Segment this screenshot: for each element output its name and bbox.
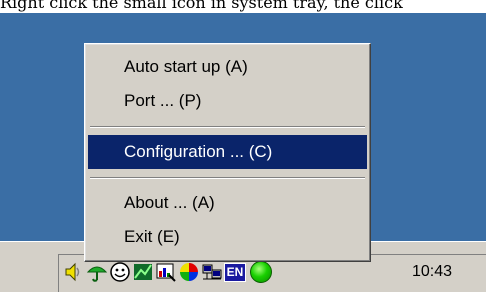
status-icon[interactable] <box>250 261 272 283</box>
clock[interactable]: 10:43 <box>412 263 452 281</box>
umbrella-icon[interactable] <box>86 261 108 283</box>
menu-item-auto-start[interactable]: Auto start up (A) <box>88 50 367 84</box>
caption-text: Right click the small icon in system tra… <box>0 0 403 12</box>
language-icon[interactable]: EN <box>224 261 246 283</box>
network-icon[interactable] <box>132 261 154 283</box>
menu-item-configuration[interactable]: Configuration ... (C) <box>88 135 367 169</box>
colorwheel-icon[interactable] <box>178 261 200 283</box>
green-status-dot <box>250 261 272 283</box>
language-badge: EN <box>224 262 246 282</box>
menu-separator <box>90 177 365 179</box>
menu-item-about[interactable]: About ... (A) <box>88 186 367 220</box>
speaker-icon[interactable] <box>63 261 85 283</box>
menu-separator <box>90 126 365 128</box>
computers-icon[interactable] <box>201 261 223 283</box>
menu-item-port[interactable]: Port ... (P) <box>88 84 367 118</box>
chart-icon[interactable] <box>155 261 177 283</box>
smiley-icon[interactable] <box>109 261 131 283</box>
context-menu: Auto start up (A) Port ... (P) Configura… <box>84 43 371 262</box>
menu-item-exit[interactable]: Exit (E) <box>88 220 367 254</box>
